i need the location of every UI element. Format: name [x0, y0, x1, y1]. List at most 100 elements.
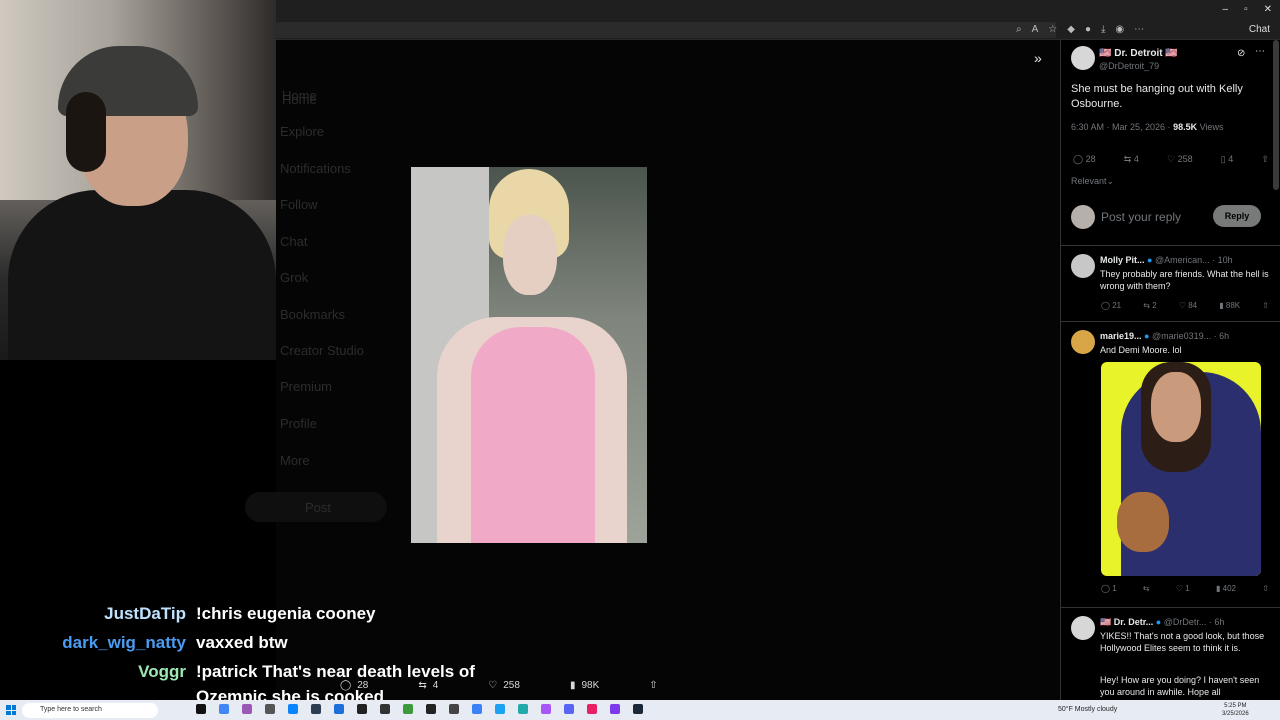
- author-handle[interactable]: @DrDetroit_79: [1099, 61, 1159, 71]
- window-controls: – ▫ ✕: [1223, 4, 1273, 15]
- reply-reply-button[interactable]: ◯ 21: [1101, 301, 1121, 310]
- sort-dropdown[interactable]: Relevant⌄: [1071, 176, 1114, 187]
- app-icon[interactable]: [426, 704, 436, 714]
- nav-follow-ghost[interactable]: Follow: [280, 197, 318, 212]
- nav-more-ghost[interactable]: More: [280, 453, 310, 468]
- nav-explore-ghost[interactable]: Explore: [280, 124, 324, 139]
- nav-bookmarks-ghost[interactable]: Bookmarks: [280, 307, 345, 322]
- grok-icon[interactable]: ⊘: [1237, 48, 1245, 59]
- weather-widget[interactable]: 50°F Mostly cloudy: [1058, 706, 1117, 713]
- tweet-reply-count: 28: [1085, 154, 1096, 164]
- discord-icon[interactable]: [564, 704, 574, 714]
- start-button[interactable]: [6, 705, 16, 715]
- nav-chat-ghost[interactable]: Chat: [280, 234, 307, 249]
- app-icon[interactable]: [242, 704, 252, 714]
- reply-share-button[interactable]: ⇧: [1262, 301, 1269, 310]
- tweet-text: She must be hanging out with Kelly Osbou…: [1071, 83, 1243, 110]
- profile-icon[interactable]: ◉: [1115, 24, 1124, 35]
- reply-views-button[interactable]: ▮ 88K: [1219, 301, 1240, 310]
- edge-icon[interactable]: [288, 704, 298, 714]
- media-image[interactable]: [411, 167, 647, 543]
- app-icon[interactable]: [311, 704, 321, 714]
- more-options-icon[interactable]: ⋯: [1255, 46, 1265, 57]
- reply-repost-button[interactable]: ⇆ 2: [1143, 301, 1156, 310]
- app-icon[interactable]: [541, 704, 551, 714]
- reply-views-button[interactable]: ▮ 402: [1216, 584, 1236, 593]
- reply-share-button[interactable]: ⇧: [1262, 584, 1269, 593]
- app-icon[interactable]: [334, 704, 344, 714]
- taskbar-search-input[interactable]: Type here to search: [22, 703, 158, 718]
- more-icon[interactable]: ⋯: [1134, 24, 1144, 35]
- app-icon[interactable]: [518, 704, 528, 714]
- minimize-button[interactable]: –: [1223, 4, 1229, 15]
- media-like-button[interactable]: ♡ 258: [488, 680, 520, 691]
- obs-icon[interactable]: [357, 704, 367, 714]
- reply-author[interactable]: marie19... ● @marie0319... · 6h: [1100, 331, 1229, 341]
- photo-face: [503, 215, 557, 295]
- app-icon[interactable]: [265, 704, 275, 714]
- avatar[interactable]: [1071, 46, 1095, 70]
- steam-icon[interactable]: [633, 704, 643, 714]
- favorite-icon[interactable]: ☆: [1048, 24, 1057, 35]
- download-icon[interactable]: ⤓: [1101, 24, 1105, 35]
- author-display-name[interactable]: 🇺🇸 Dr. Detroit 🇺🇸: [1099, 48, 1178, 59]
- maximize-button[interactable]: ▫: [1244, 4, 1248, 15]
- reply-tweet[interactable]: Molly Pit... ● @American... · 10h They p…: [1061, 246, 1280, 322]
- avatar[interactable]: [1071, 330, 1095, 354]
- nav-creator-studio-ghost[interactable]: Creator Studio: [280, 343, 364, 358]
- app-icon[interactable]: [495, 704, 505, 714]
- tweet-bookmark-button[interactable]: ▯ 4: [1221, 154, 1233, 165]
- scrollbar[interactable]: [1273, 40, 1279, 190]
- translate-icon[interactable]: A: [1032, 24, 1039, 35]
- avatar[interactable]: [1071, 254, 1095, 278]
- reply-reply-button[interactable]: ◯ 1: [1101, 584, 1117, 593]
- post-button-ghost[interactable]: Post: [245, 492, 387, 522]
- avatar[interactable]: [1071, 616, 1095, 640]
- address-bar[interactable]: [276, 22, 1056, 38]
- chat-message: Voggr !patrick That's near death levels …: [60, 658, 480, 687]
- nvidia-icon[interactable]: [403, 704, 413, 714]
- media-views-button[interactable]: ▮ 98K: [570, 680, 599, 691]
- reply-input[interactable]: Post your reply: [1101, 210, 1181, 224]
- nav-premium-ghost[interactable]: Premium: [280, 379, 332, 394]
- nav-profile-ghost[interactable]: Profile: [280, 416, 317, 431]
- shield-icon[interactable]: ●: [1085, 24, 1091, 35]
- reply-name: 🇺🇸 Dr. Detr...: [1100, 617, 1154, 627]
- reply-icon: ◯: [1073, 154, 1086, 164]
- tweet-reply-button[interactable]: ◯ 28: [1073, 154, 1096, 165]
- app-icon[interactable]: [587, 704, 597, 714]
- reply-tweet[interactable]: marie19... ● @marie0319... · 6h And Demi…: [1061, 322, 1280, 608]
- reply-tweet[interactable]: 🇺🇸 Dr. Detr... ● @DrDetr... · 6h YIKES!!…: [1061, 608, 1280, 700]
- reply-button[interactable]: Reply: [1213, 205, 1261, 227]
- reply-author[interactable]: Molly Pit... ● @American... · 10h: [1100, 255, 1233, 265]
- reply-handle: @DrDetr... · 6h: [1163, 617, 1225, 627]
- app-icon[interactable]: [449, 704, 459, 714]
- app-icon[interactable]: [610, 704, 620, 714]
- copilot-chat-button[interactable]: Chat: [1249, 24, 1270, 35]
- repost-icon: ⇆: [1123, 154, 1134, 164]
- app-icon[interactable]: [472, 704, 482, 714]
- reply-views-count: 402: [1222, 584, 1236, 593]
- media-share-button[interactable]: ⇧: [649, 680, 657, 691]
- nav-home-ghost[interactable]: Home: [282, 88, 317, 103]
- reply-image[interactable]: [1101, 362, 1261, 576]
- tweet-timestamp[interactable]: 6:30 AM · Mar 25, 2026 ·: [1071, 122, 1173, 132]
- tweet-repost-button[interactable]: ⇆ 4: [1124, 154, 1139, 165]
- close-button[interactable]: ✕: [1264, 4, 1272, 15]
- tweet-like-button[interactable]: ♡ 258: [1167, 154, 1193, 165]
- tweet-share-button[interactable]: ⇧: [1261, 154, 1269, 165]
- reply-like-button[interactable]: ♡ 84: [1179, 301, 1197, 310]
- app-icon[interactable]: [380, 704, 390, 714]
- expand-panel-icon[interactable]: »: [1034, 50, 1042, 66]
- zoom-icon[interactable]: ⌕: [1016, 24, 1022, 35]
- extension-icon[interactable]: ◆: [1067, 24, 1075, 35]
- chrome-icon[interactable]: [219, 704, 229, 714]
- app-icon[interactable]: [196, 704, 206, 714]
- reply-repost-button[interactable]: ⇆: [1143, 584, 1150, 593]
- nav-notifications-ghost[interactable]: Notifications: [280, 161, 351, 176]
- heart-icon: ♡: [1167, 154, 1178, 164]
- system-clock[interactable]: 5:25 PM 3/25/2026: [1222, 702, 1249, 718]
- reply-author[interactable]: 🇺🇸 Dr. Detr... ● @DrDetr... · 6h: [1100, 617, 1224, 628]
- nav-grok-ghost[interactable]: Grok: [280, 270, 308, 285]
- reply-like-button[interactable]: ♡ 1: [1176, 584, 1190, 593]
